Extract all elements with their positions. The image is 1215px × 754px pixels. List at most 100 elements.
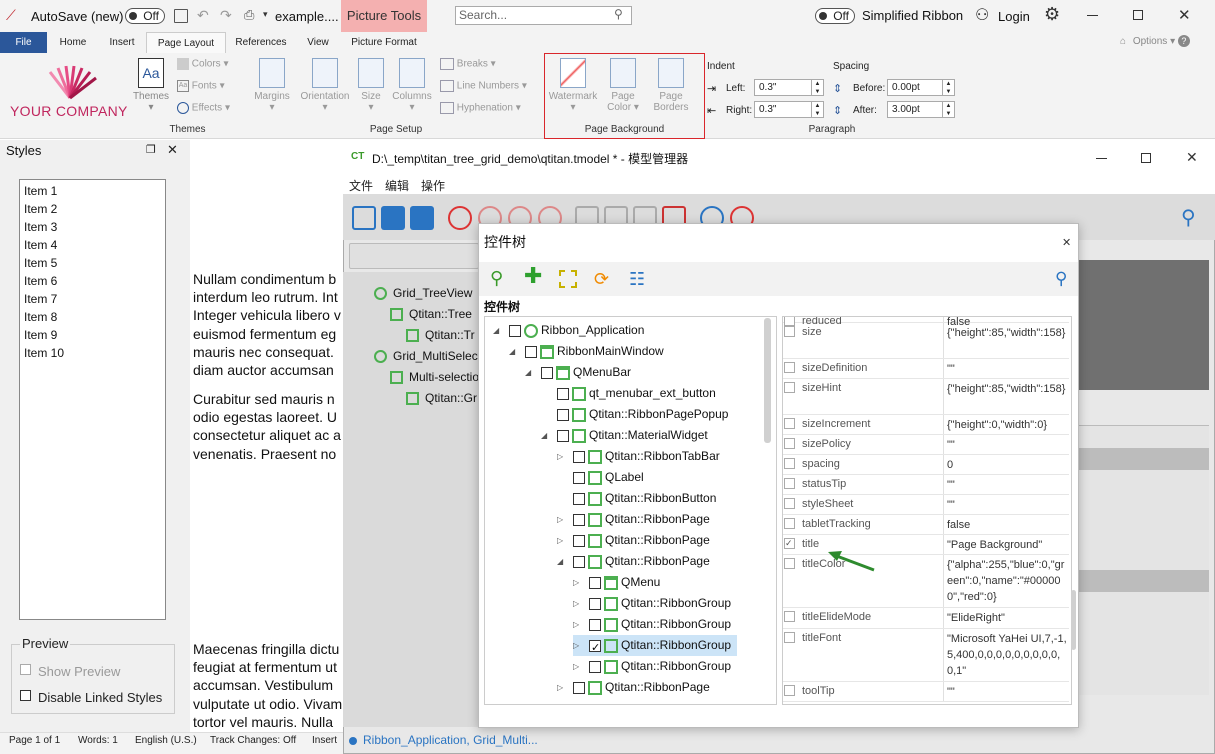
- new-file-icon[interactable]: [352, 206, 376, 230]
- columns-button[interactable]: Columns ▾: [391, 58, 433, 113]
- collapse-icon[interactable]: ◢: [525, 362, 535, 383]
- mm-tree-item[interactable]: Grid_MultiSelect: [374, 349, 479, 364]
- menu-file[interactable]: 文件: [349, 177, 373, 194]
- style-item[interactable]: Item 5: [24, 254, 161, 272]
- print-icon[interactable]: ⎙: [244, 7, 254, 23]
- tree-node[interactable]: Qtitan::RibbonButton: [557, 488, 716, 509]
- property-row[interactable]: reduced false: [783, 317, 1069, 328]
- tree-node[interactable]: ▷ Qtitan::RibbonTabBar: [557, 446, 720, 467]
- tree-node-checkbox[interactable]: [541, 366, 553, 379]
- model-manager-filter[interactable]: [349, 243, 479, 269]
- indent-left-input[interactable]: 0.3": [754, 79, 812, 96]
- property-value[interactable]: {"height":85,"width":158}: [943, 323, 1069, 358]
- property-checkbox[interactable]: [784, 611, 795, 622]
- style-item[interactable]: Item 8: [24, 308, 161, 326]
- close-icon[interactable]: ✕: [1178, 6, 1191, 24]
- tree-node-checkbox[interactable]: [589, 638, 601, 659]
- dialog-pin-icon[interactable]: ⚲: [1055, 269, 1067, 289]
- tree-node[interactable]: ▷ Qtitan::RibbonGroup: [573, 656, 731, 677]
- undo-icon[interactable]: ↶: [197, 7, 209, 24]
- property-value[interactable]: "Microsoft YaHei UI,7,-1,5,400,0,0,0,0,0…: [943, 629, 1069, 681]
- maximize-icon[interactable]: [1133, 10, 1143, 20]
- tree-node-checkbox[interactable]: [525, 345, 537, 358]
- spacing-before-spinner[interactable]: ▲ ▼: [942, 79, 955, 96]
- tree-node-checkbox[interactable]: [589, 576, 601, 589]
- mm-close-icon[interactable]: ✕: [1186, 149, 1198, 166]
- target-icon[interactable]: [448, 206, 472, 230]
- property-row[interactable]: statusTip "": [783, 475, 1069, 495]
- property-row[interactable]: tabletTracking false: [783, 515, 1069, 535]
- breaks-button[interactable]: Breaks ▾: [440, 58, 496, 70]
- mm-tree-item[interactable]: Multi-selection: [390, 370, 479, 385]
- expand-icon[interactable]: ▷: [557, 530, 567, 551]
- property-row[interactable]: spacing 0: [783, 455, 1069, 475]
- minimize-icon[interactable]: [1087, 15, 1098, 16]
- property-checkbox[interactable]: [784, 326, 795, 337]
- property-checkbox[interactable]: [784, 518, 795, 529]
- property-checkbox[interactable]: [784, 558, 795, 569]
- style-item[interactable]: Item 4: [24, 236, 161, 254]
- tree-node[interactable]: QLabel: [557, 467, 644, 488]
- page-color-button[interactable]: Page Color ▾: [603, 58, 643, 113]
- tree-node-checkbox[interactable]: [557, 387, 569, 400]
- property-value[interactable]: "ElideRight": [943, 608, 1069, 628]
- property-value[interactable]: {"alpha":255,"blue":0,"green":0,"name":"…: [943, 555, 1069, 607]
- tree-node[interactable]: ▷ Qtitan::RibbonGroup: [573, 635, 738, 659]
- tab-picture-format[interactable]: Picture Format: [344, 32, 424, 53]
- tree-node[interactable]: ◢ Qtitan::MaterialWidget: [541, 425, 708, 446]
- property-checkbox[interactable]: [784, 458, 795, 469]
- orientation-button[interactable]: Orientation ▾: [299, 58, 351, 113]
- open-folder-icon[interactable]: [381, 206, 405, 230]
- property-row[interactable]: sizeIncrement {"height":0,"width":0}: [783, 415, 1069, 435]
- status-language[interactable]: English (U.S.): [135, 735, 197, 746]
- dialog-add-icon[interactable]: ✚: [524, 265, 542, 287]
- style-item[interactable]: Item 2: [24, 200, 161, 218]
- tab-home[interactable]: Home: [52, 32, 94, 53]
- styles-close-icon[interactable]: ✕: [167, 142, 178, 158]
- size-button[interactable]: Size ▾: [357, 58, 385, 113]
- indent-left-spinner[interactable]: ▲ ▼: [811, 79, 824, 96]
- themes-button[interactable]: Aa Themes ▾: [131, 58, 171, 113]
- colors-button[interactable]: Colors ▾: [177, 58, 229, 70]
- tab-references[interactable]: References: [230, 32, 292, 53]
- tree-node-checkbox[interactable]: [509, 324, 521, 337]
- property-value[interactable]: false: [943, 515, 1069, 534]
- property-checkbox[interactable]: [784, 362, 795, 373]
- tree-node-checkbox[interactable]: [573, 555, 585, 568]
- mm-minimize-icon[interactable]: [1096, 158, 1107, 159]
- property-row[interactable]: titleElideMode "ElideRight": [783, 608, 1069, 629]
- expand-icon[interactable]: ▷: [573, 614, 583, 635]
- dialog-tree-panel[interactable]: ◢ Ribbon_Application ◢ RibbonMainWindow ◢ QMe…: [484, 316, 777, 705]
- property-checkbox[interactable]: [784, 632, 795, 643]
- tree-node[interactable]: ◢ Ribbon_Application: [493, 320, 644, 341]
- autosave-toggle[interactable]: Off: [125, 8, 165, 24]
- property-row[interactable]: sizePolicy "": [783, 435, 1069, 455]
- property-checkbox[interactable]: ✓: [784, 538, 795, 549]
- mm-tree-item[interactable]: Grid_TreeView: [374, 286, 479, 301]
- tree-node[interactable]: ▷ Qtitan::RibbonGroup: [573, 593, 731, 614]
- property-value[interactable]: "": [943, 359, 1069, 378]
- property-value[interactable]: "": [943, 682, 1069, 701]
- tree-node-checkbox[interactable]: [573, 513, 585, 526]
- property-checkbox[interactable]: [784, 478, 795, 489]
- fonts-button[interactable]: Aa Fonts ▾: [177, 80, 225, 92]
- property-value[interactable]: 0: [943, 455, 1069, 474]
- qat-dropdown-icon[interactable]: ▾: [263, 9, 268, 20]
- property-row[interactable]: sizeHint {"height":85,"width":158}: [783, 379, 1069, 415]
- expand-icon[interactable]: ▷: [557, 677, 567, 698]
- style-item[interactable]: Item 1: [24, 182, 161, 200]
- tree-node[interactable]: ◢ Qtitan::RibbonPage: [557, 551, 710, 572]
- property-value[interactable]: "": [943, 495, 1069, 514]
- collapse-icon[interactable]: ◢: [509, 341, 519, 362]
- tree-node[interactable]: ◢ RibbonMainWindow: [509, 341, 664, 362]
- status-insert[interactable]: Insert: [312, 735, 337, 746]
- tab-file[interactable]: File: [0, 32, 47, 53]
- property-row[interactable]: titleFont "Microsoft YaHei UI,7,-1,5,400,…: [783, 629, 1069, 682]
- property-value[interactable]: "": [943, 435, 1069, 454]
- spacing-after-spinner[interactable]: ▲ ▼: [942, 101, 955, 118]
- search-input[interactable]: Search...: [455, 6, 632, 25]
- expand-icon[interactable]: ▷: [573, 572, 583, 593]
- simplified-ribbon-toggle[interactable]: Off: [815, 8, 855, 24]
- pin-icon[interactable]: ⚲: [1181, 205, 1196, 230]
- spacing-after-input[interactable]: 3.00pt: [887, 101, 943, 118]
